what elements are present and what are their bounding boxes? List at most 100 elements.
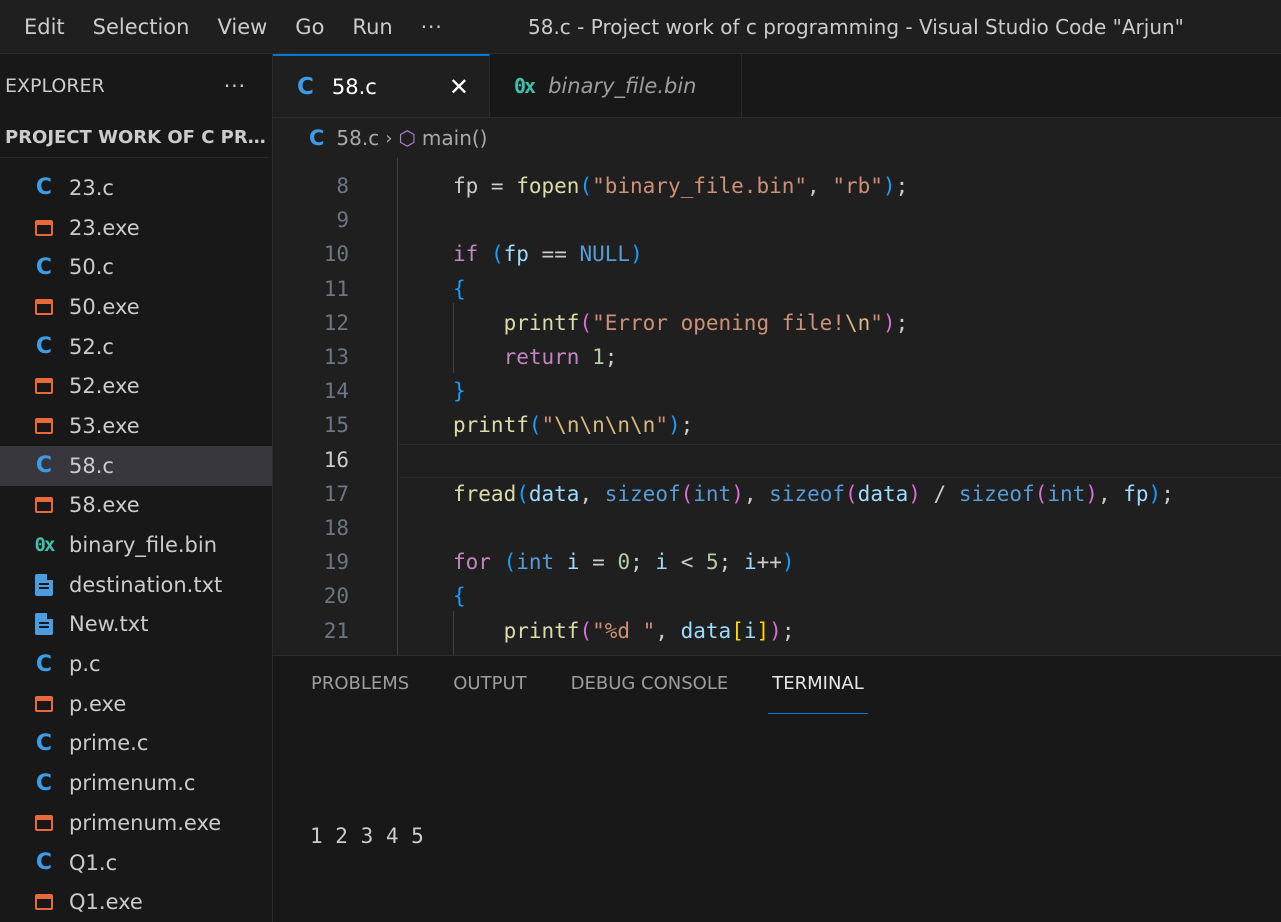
file-item[interactable]: C 50.c [0,247,272,287]
file-name: p.c [69,652,101,677]
file-item[interactable]: New.txt [0,605,272,645]
line-number: 19 [323,550,349,575]
binary-file-icon: 0x [514,73,536,98]
exe-file-icon [35,497,53,514]
code-editor[interactable]: 8 fp = fopen("binary_file.bin", "rb"); 9 10… [273,158,1281,655]
file-item[interactable]: primenum.exe [0,803,272,843]
line-number: 10 [323,242,349,267]
terminal-output[interactable]: 1 2 3 4 5 [310,824,424,848]
file-item[interactable]: Cprimenum.c [0,763,272,803]
code-line[interactable]: 21 printf("%d ", data[i]); [273,614,1281,648]
file-item[interactable]: C 52.c [0,327,272,367]
code-text: { [453,276,466,301]
title-bar: Edit Selection View Go Run ··· 58.c - Pr… [0,0,1281,54]
file-item[interactable]: Cp.c [0,644,272,684]
file-name: destination.txt [69,572,223,597]
menu-edit[interactable]: Edit [0,0,79,54]
line-number: 16 [323,447,349,472]
code-line[interactable]: 9 [273,203,1281,237]
file-name: New.txt [69,612,149,637]
file-item[interactable]: p.exe [0,684,272,724]
chevron-right-icon: › [385,127,393,149]
code-text: for (int i = 0; i < 5; i++) [453,550,795,575]
code-text: printf("\n\n\n\n"); [453,413,694,438]
file-item[interactable]: 52.exe [0,366,272,406]
breadcrumb-file[interactable]: 58.c [336,126,379,150]
menu-run[interactable]: Run [338,0,406,54]
exe-file-icon [35,894,53,911]
tab-output[interactable]: OUTPUT [453,656,526,714]
code-text: { [453,584,466,609]
explorer-sidebar: EXPLORER ··· PROJECT WORK OF C PRO... C2… [0,54,273,922]
code-line[interactable]: 16 [273,443,1281,477]
code-line[interactable]: 12 printf("Error opening file!\n"); [273,306,1281,340]
file-name: Q1.c [69,850,118,875]
code-line[interactable]: 19 for (int i = 0; i < 5; i++) [273,545,1281,579]
panel-tabs: PROBLEMS OUTPUT DEBUG CONSOLE TERMINAL [273,656,1281,714]
code-line[interactable]: 17 fread(data, sizeof(int), sizeof(data) … [273,477,1281,511]
file-name: 23.c [69,175,114,200]
tab-debug-console[interactable]: DEBUG CONSOLE [571,656,729,714]
code-line[interactable]: 14} [273,374,1281,408]
breadcrumb: C 58.c › ⬡ main() [273,118,1281,158]
file-item[interactable]: destination.txt [0,565,272,605]
exe-file-icon [35,417,53,434]
editor-tab-bar: C 58.c ✕ 0x binary_file.bin [273,54,1281,118]
file-name: 23.exe [69,215,140,240]
file-item[interactable]: 0x binary_file.bin [0,525,272,565]
file-item[interactable]: C 23.c [0,168,272,208]
project-folder-header[interactable]: PROJECT WORK OF C PRO... [0,118,268,158]
file-name: 52.c [69,334,114,359]
file-name: 58.c [69,453,114,478]
tab-58-c[interactable]: C 58.c ✕ [273,54,490,117]
menu-view[interactable]: View [203,0,281,54]
c-file-icon: C [309,126,325,150]
file-list: C 23.c 23.exe C 50.c 50.exe C 52.c 52.exe 53.exe C… [0,168,272,922]
method-cube-icon: ⬡ [398,126,416,150]
explorer-header: EXPLORER ··· [0,54,272,118]
exe-file-icon [35,219,53,236]
more-menu-icon[interactable]: ··· [407,0,457,54]
explorer-more-icon[interactable]: ··· [224,74,246,98]
file-item[interactable]: 58.exe [0,486,272,526]
line-number: 18 [323,516,349,540]
code-text: if (fp == NULL) [453,242,643,267]
code-line[interactable]: 8 fp = fopen("binary_file.bin", "rb"); [273,169,1281,203]
bottom-panel: PROBLEMS OUTPUT DEBUG CONSOLE TERMINAL 1… [273,655,1281,922]
c-file-icon: C [35,175,53,201]
exe-file-icon [35,378,53,395]
code-text: fp = fopen("binary_file.bin", "rb"); [453,174,909,198]
menu-go[interactable]: Go [281,0,338,54]
file-item[interactable]: C Q1.c [0,843,272,883]
file-item[interactable]: Q1.exe [0,882,272,922]
code-line[interactable]: 18 [273,511,1281,545]
code-line[interactable]: 10 if (fp == NULL) [273,237,1281,271]
c-file-icon: C [35,254,53,280]
close-icon[interactable]: ✕ [449,73,469,101]
window-title: 58.c - Project work of c programming - V… [528,15,1184,39]
exe-file-icon [35,298,53,315]
tab-terminal[interactable]: TERMINAL [768,656,868,714]
c-file-icon: C [297,73,314,100]
line-number: 11 [323,276,349,301]
tab-problems[interactable]: PROBLEMS [311,656,409,714]
file-item[interactable]: 23.exe [0,208,272,248]
c-file-icon: C [35,730,53,756]
code-text: fread(data, sizeof(int), sizeof(data) / … [453,481,1174,506]
c-file-icon: C [35,651,53,677]
file-item[interactable]: 50.exe [0,287,272,327]
c-file-icon: C [35,453,53,479]
code-text: } [453,379,466,404]
tab-binary-file-bin[interactable]: 0x binary_file.bin [490,54,742,117]
menu-selection[interactable]: Selection [79,0,204,54]
code-line[interactable]: 20 { [273,579,1281,613]
file-name: binary_file.bin [69,533,218,558]
code-line[interactable]: 11 { [273,272,1281,306]
line-number: 15 [323,413,349,438]
breadcrumb-symbol[interactable]: main() [422,126,488,150]
file-item[interactable]: C 58.c [0,445,272,486]
file-item[interactable]: 53.exe [0,406,272,446]
code-line[interactable]: 15 printf("\n\n\n\n"); [273,408,1281,442]
file-item[interactable]: Cprime.c [0,724,272,764]
code-line[interactable]: 13 return 1; [273,340,1281,374]
